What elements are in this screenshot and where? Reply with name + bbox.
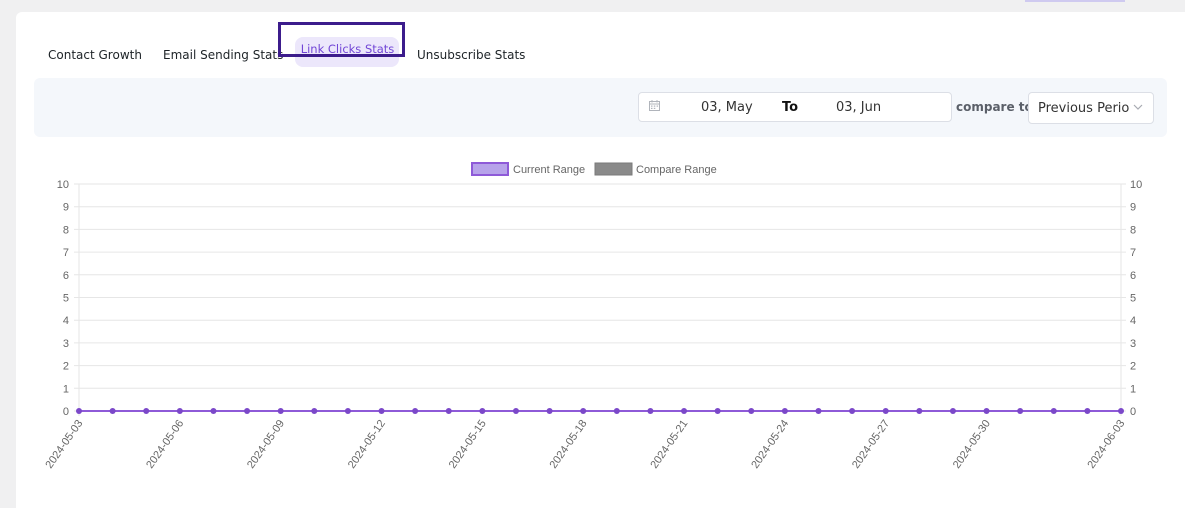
- y-tick-label-left: 8: [63, 224, 69, 236]
- y-tick-label-left: 9: [63, 202, 69, 214]
- data-point-current-range: [1050, 408, 1057, 414]
- x-tick-label: 2024-05-09: [245, 418, 287, 471]
- legend-label-compare-range: Compare Range: [636, 164, 717, 176]
- x-tick-label: 2024-05-06: [144, 418, 186, 471]
- data-point-current-range: [546, 408, 553, 414]
- data-point-current-range: [1084, 408, 1091, 414]
- data-point-current-range: [580, 408, 587, 414]
- data-point-current-range: [176, 408, 183, 414]
- data-point-current-range: [983, 408, 990, 414]
- y-tick-label-left: 6: [63, 270, 69, 282]
- data-point-current-range: [479, 408, 486, 414]
- data-point-current-range: [244, 408, 251, 414]
- current-range-series: [76, 408, 1124, 414]
- data-point-current-range: [1017, 408, 1024, 414]
- chart-grid: [74, 183, 1126, 416]
- data-point-current-range: [882, 408, 889, 414]
- y-tick-label-left: 7: [63, 247, 69, 259]
- x-tick-label: 2024-05-12: [346, 418, 388, 471]
- data-point-current-range: [277, 408, 284, 414]
- data-point-current-range: [311, 408, 318, 414]
- data-point-current-range: [714, 408, 721, 414]
- data-point-current-range: [815, 408, 822, 414]
- x-tick-label: 2024-05-03: [43, 418, 85, 471]
- y-tick-label-right: 3: [1130, 338, 1136, 350]
- y-tick-label-right: 4: [1130, 315, 1136, 327]
- data-point-current-range: [143, 408, 150, 414]
- data-point-current-range: [344, 408, 351, 414]
- x-tick-label: 2024-06-03: [1085, 418, 1127, 471]
- data-point-current-range: [76, 408, 82, 414]
- data-point-current-range: [781, 408, 788, 414]
- data-point-current-range: [647, 408, 654, 414]
- tab-label: Link Clicks Stats: [300, 42, 395, 56]
- y-tick-label-left: 0: [63, 406, 69, 418]
- y-tick-label-left: 5: [63, 293, 69, 305]
- y-tick-label-right: 0: [1130, 406, 1136, 418]
- x-tick-label: 2024-05-15: [447, 418, 489, 471]
- data-point-current-range: [210, 408, 217, 414]
- x-tick-label: 2024-05-18: [548, 418, 590, 471]
- y-tick-label-right: 5: [1130, 293, 1136, 305]
- y-tick-label-right: 6: [1130, 270, 1136, 282]
- data-point-current-range: [949, 408, 956, 414]
- y-tick-label-left: 2: [63, 361, 69, 373]
- data-point-current-range: [1118, 408, 1124, 414]
- x-tick-label: 2024-05-24: [749, 418, 791, 471]
- data-point-current-range: [916, 408, 923, 414]
- y-tick-label-left: 4: [63, 315, 69, 327]
- data-point-current-range: [445, 408, 452, 414]
- legend-swatch-current-range[interactable]: [471, 162, 509, 176]
- y-tick-label-left: 1: [63, 383, 69, 395]
- chart-legend: Current Range Compare Range: [471, 162, 717, 176]
- y-tick-label-right: 9: [1130, 202, 1136, 214]
- data-point-current-range: [748, 408, 755, 414]
- data-point-current-range: [849, 408, 856, 414]
- y-tick-label-left: 10: [57, 179, 69, 191]
- x-tick-label: 2024-05-21: [648, 418, 690, 471]
- x-tick-label: 2024-05-30: [951, 418, 993, 471]
- data-point-current-range: [378, 408, 385, 414]
- y-tick-label-right: 7: [1130, 247, 1136, 259]
- data-point-current-range: [109, 408, 116, 414]
- y-axis-right: 0 1 2 3 4 5 6 7 8 9 10: [1130, 179, 1142, 418]
- y-tick-label-right: 10: [1130, 179, 1142, 191]
- link-clicks-chart: Current Range Compare Range 012345678910…: [43, 162, 1142, 471]
- y-axis-left: 0 1 2 3 4 5 6 7 8 9 10: [57, 179, 69, 418]
- legend-swatch-compare-range[interactable]: [594, 162, 633, 176]
- data-point-current-range: [512, 408, 519, 414]
- data-point-current-range: [412, 408, 419, 414]
- legend-label-current-range: Current Range: [513, 164, 585, 176]
- y-tick-label-right: 2: [1130, 361, 1136, 373]
- x-tick-label: 2024-05-27: [850, 418, 892, 471]
- y-tick-label-right: 1: [1130, 383, 1136, 395]
- y-tick-label-right: 8: [1130, 224, 1136, 236]
- data-point-current-range: [681, 408, 688, 414]
- x-axis: 2024-05-03 2024-05-06 2024-05-09 2024-05-12…: [43, 418, 1127, 471]
- data-point-current-range: [613, 408, 620, 414]
- y-tick-label-left: 3: [63, 338, 69, 350]
